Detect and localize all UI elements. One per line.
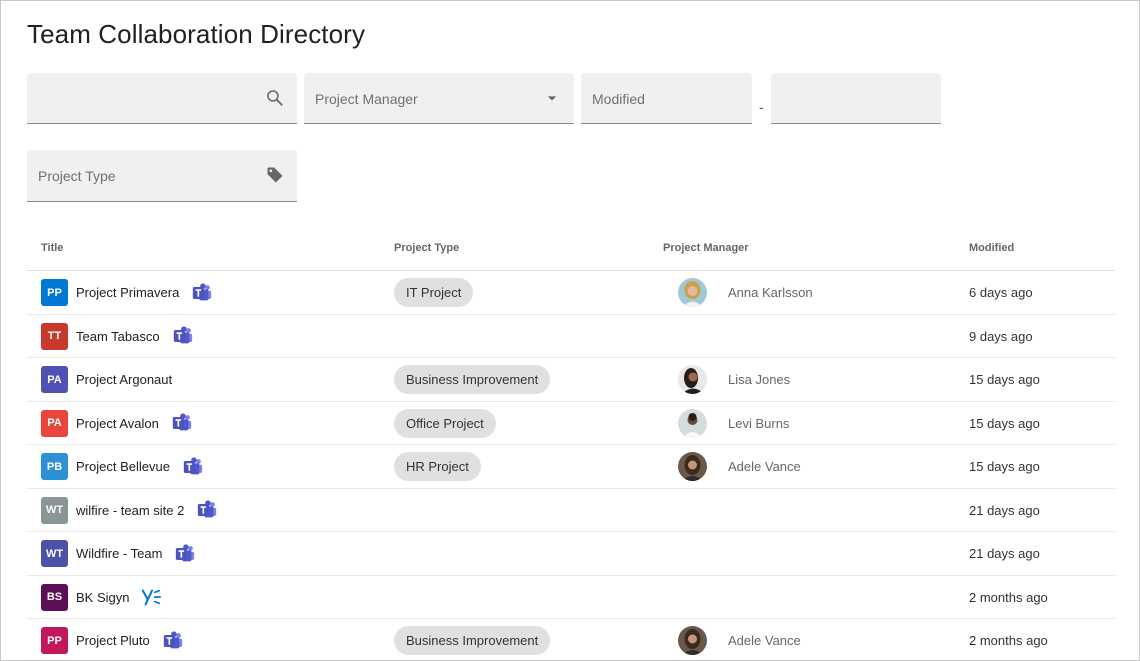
adele-vance-photo [678, 452, 707, 481]
table-row-9[interactable]: PP Project Pluto Business Improvement Ad… [27, 619, 1115, 660]
modified-date: 15 days ago [969, 459, 1040, 474]
project-type-label: Project Type [38, 168, 116, 184]
lisa-jones-photo [678, 365, 707, 394]
site-title-link[interactable]: Project Avalon [76, 416, 159, 431]
caret-down-icon [547, 96, 557, 101]
modified-date: 15 days ago [969, 372, 1040, 387]
avatar [678, 626, 707, 655]
table-row-6[interactable]: WT wilfire - team site 2 21 days ago [27, 489, 1115, 532]
project-type-chip[interactable]: Business Improvement [394, 626, 551, 655]
project-list: PP Project Primavera IT Project Anna Kar… [27, 271, 1115, 660]
site-title-link[interactable]: Project Primavera [76, 285, 179, 300]
search-input[interactable] [27, 73, 297, 124]
site-title-link[interactable]: Project Argonaut [76, 372, 172, 387]
modified-to-field[interactable] [771, 73, 941, 124]
site-title-link[interactable]: wilfire - team site 2 [76, 503, 184, 518]
modified-from-field[interactable]: Modified [581, 73, 752, 124]
table-row-3[interactable]: PA Project Argonaut Business Improvement… [27, 358, 1115, 402]
avatar [678, 278, 707, 307]
project-type-chip[interactable]: IT Project [394, 278, 474, 307]
table-row-7[interactable]: WT Wildfire - Team 21 days ago [27, 532, 1115, 576]
modified-label: Modified [592, 91, 645, 107]
site-initials-tile: PP [41, 279, 68, 306]
project-type-chip[interactable]: Business Improvement [394, 365, 551, 394]
site-title-link[interactable]: Project Bellevue [76, 459, 170, 474]
site-title-link[interactable]: Project Pluto [76, 633, 150, 648]
tag-icon [267, 167, 283, 183]
column-header-project-type[interactable]: Project Type [394, 242, 459, 254]
site-initials-tile: WT [41, 540, 68, 567]
column-header-project-manager[interactable]: Project Manager [663, 242, 749, 254]
teams-icon[interactable] [182, 456, 204, 478]
project-type-filter[interactable]: Project Type [27, 150, 297, 202]
modified-date: 21 days ago [969, 546, 1040, 561]
title-cell: Project Pluto [76, 619, 184, 660]
project-manager-name: Adele Vance [728, 633, 801, 648]
site-initials-tile: TT [41, 322, 68, 350]
column-header-modified[interactable]: Modified [969, 242, 1014, 254]
adele-vance-photo [678, 626, 707, 655]
project-manager-dropdown[interactable]: Project Manager [304, 73, 574, 124]
project-type-chip[interactable]: HR Project [394, 452, 481, 481]
title-cell: BK Sigyn [76, 576, 163, 619]
title-cell: Project Bellevue [76, 445, 204, 488]
title-cell: Wildfire - Team [76, 532, 196, 575]
avatar [678, 408, 707, 438]
levi-burns-photo [678, 408, 707, 438]
title-cell: Team Tabasco [76, 315, 194, 358]
app-window: Team Collaboration Directory Project Man… [0, 0, 1140, 661]
site-initials-tile: WT [41, 496, 68, 524]
title-cell: Project Primavera [76, 271, 213, 314]
teams-icon[interactable] [172, 325, 194, 347]
teams-icon[interactable] [196, 499, 218, 521]
yammer-icon[interactable] [141, 586, 163, 608]
project-manager-name: Levi Burns [728, 415, 790, 431]
date-range-separator: - [759, 99, 764, 115]
site-initials-tile: BS [41, 583, 68, 611]
avatar [678, 365, 707, 394]
modified-date: 2 months ago [969, 633, 1048, 648]
title-cell: Project Avalon [76, 402, 193, 445]
teams-icon[interactable] [191, 282, 213, 304]
table-row-5[interactable]: PB Project Bellevue HR Project Adele Van… [27, 445, 1115, 489]
page-title: Team Collaboration Directory [27, 19, 366, 49]
title-cell: Project Argonaut [76, 358, 172, 401]
site-initials-tile: PB [41, 453, 68, 480]
modified-date: 9 days ago [969, 328, 1033, 344]
project-type-chip[interactable]: Office Project [394, 408, 496, 438]
site-title-link[interactable]: Wildfire - Team [76, 546, 162, 561]
site-title-link[interactable]: BK Sigyn [76, 590, 129, 605]
table-row-2[interactable]: TT Team Tabasco 9 days ago [27, 315, 1115, 358]
modified-date: 15 days ago [969, 415, 1040, 431]
modified-date: 21 days ago [969, 502, 1040, 518]
modified-date: 2 months ago [969, 589, 1048, 605]
table-row-8[interactable]: BS BK Sigyn 2 months ago [27, 576, 1115, 619]
project-manager-name: Adele Vance [728, 459, 801, 474]
teams-icon[interactable] [174, 543, 196, 565]
site-initials-tile: PP [41, 627, 68, 654]
site-initials-tile: PA [41, 409, 68, 437]
site-initials-tile: PA [41, 366, 68, 393]
table-row-4[interactable]: PA Project Avalon Office Project Levi Bu… [27, 402, 1115, 445]
avatar [678, 452, 707, 481]
table-row-1[interactable]: PP Project Primavera IT Project Anna Kar… [27, 271, 1115, 315]
column-header-title[interactable]: Title [41, 242, 63, 254]
teams-icon[interactable] [162, 630, 184, 652]
modified-date: 6 days ago [969, 285, 1033, 300]
title-cell: wilfire - team site 2 [76, 489, 218, 532]
search-icon [267, 90, 283, 106]
project-manager-label: Project Manager [315, 91, 418, 107]
project-manager-name: Anna Karlsson [728, 285, 813, 300]
anna-karlsson-photo [678, 278, 707, 307]
project-manager-name: Lisa Jones [728, 372, 791, 387]
teams-icon[interactable] [171, 412, 193, 434]
table-header: Title Project Type Project Manager Modif… [27, 239, 1115, 271]
site-title-link[interactable]: Team Tabasco [76, 329, 160, 344]
